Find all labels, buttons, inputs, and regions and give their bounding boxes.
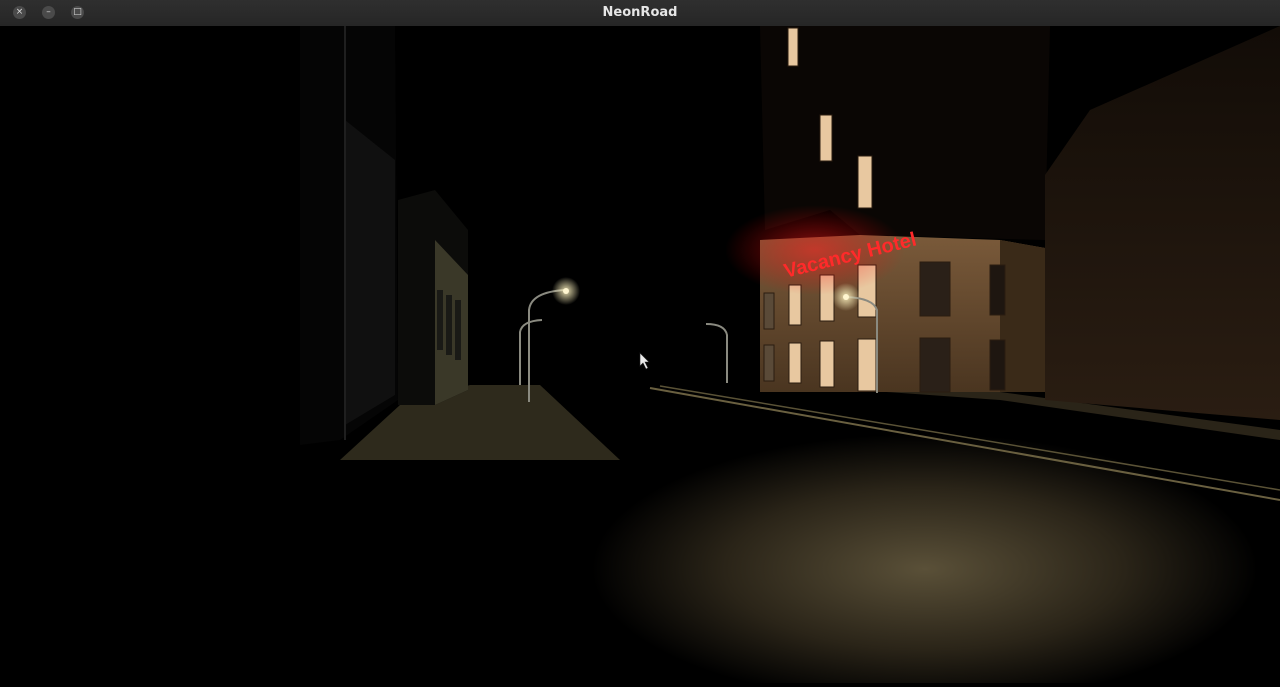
window-title: NeonRoad [602,5,678,20]
night-street-scene: Vacancy Hotel [0,26,1280,683]
game-viewport[interactable]: Vacancy Hotel [0,26,1280,683]
left-windows [437,290,461,360]
window-titlebar[interactable]: × – □ NeonRoad [0,0,1280,27]
